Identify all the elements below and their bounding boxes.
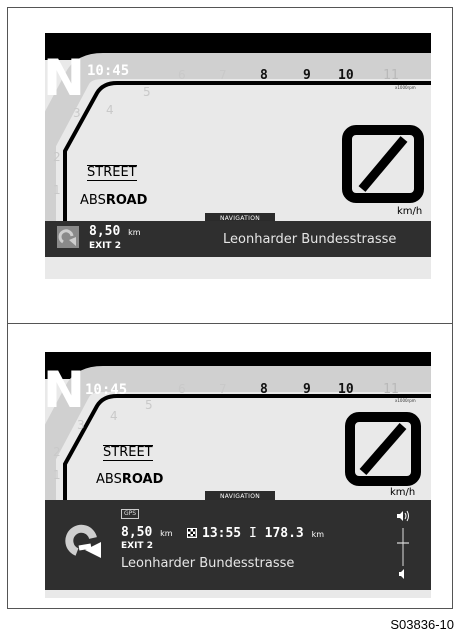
- volume-low-icon: [399, 569, 404, 579]
- rpm-tick-6: 6: [178, 68, 186, 82]
- abs-mode-value: ROAD: [105, 193, 148, 208]
- turn-distance-unit: km: [128, 228, 141, 237]
- rpm-tick-9: 9: [303, 68, 311, 83]
- clock: 10:45: [85, 382, 128, 398]
- gear-indicator: N: [45, 49, 85, 107]
- figure-caption: S03836-10: [390, 617, 454, 632]
- speed-display: [342, 125, 424, 203]
- abs-mode: ABSROAD: [96, 472, 163, 487]
- dashboard-screen-2: N 10:45 1 2 3 4 5 6 7 8 9 10 11 x1000rpm…: [45, 352, 431, 598]
- turn-distance: 8,50 km: [121, 525, 173, 540]
- rpm-tick-1: 1: [53, 183, 61, 197]
- speed-unit: km/h: [390, 487, 416, 498]
- rpm-tick-1: 1: [53, 468, 61, 482]
- speed-slash-icon: [359, 423, 407, 475]
- turn-distance: 8,50 km: [89, 224, 141, 239]
- arrival-time: 13:55: [202, 526, 242, 541]
- speed-unit: km/h: [397, 206, 423, 217]
- dashboard-screen-1: N 10:45 1 2 3 4 5 6 7 8 9 10 11 x1000rpm…: [45, 33, 431, 279]
- rpm-tick-10: 10: [338, 382, 354, 397]
- arrival-separator: I: [248, 526, 257, 541]
- abs-prefix: ABS: [80, 193, 106, 208]
- turn-distance-value: 8,50: [121, 525, 153, 540]
- rpm-tick-6: 6: [178, 382, 186, 396]
- rpm-tick-3: 3: [73, 106, 81, 120]
- street-name: Leonharder Bundesstrasse: [121, 556, 295, 571]
- abs-mode: ABSROAD: [80, 193, 147, 208]
- abs-mode-value: ROAD: [121, 472, 164, 487]
- rpm-tick-4: 4: [110, 409, 118, 423]
- rpm-tick-11: 11: [383, 68, 399, 83]
- checkered-flag-icon: [187, 528, 197, 538]
- gear-indicator: N: [45, 361, 85, 419]
- navigation-bar[interactable]: 8,50 km EXIT 2 Leonharder Bundesstrasse: [45, 221, 431, 257]
- gps-indicator: GPS: [121, 509, 140, 519]
- rpm-tick-11: 11: [383, 382, 399, 397]
- clock: 10:45: [87, 63, 130, 79]
- ride-mode: STREET: [87, 165, 137, 181]
- remaining-distance: 178.3: [264, 526, 304, 541]
- exit-label: EXIT 2: [121, 541, 153, 551]
- rpm-tick-8: 8: [260, 68, 268, 83]
- turn-distance-value: 8,50: [89, 224, 121, 239]
- street-name: Leonharder Bundesstrasse: [223, 232, 397, 247]
- arrival-info: 13:55 I 178.3 km: [187, 526, 324, 541]
- rpm-tick-5: 5: [143, 85, 151, 99]
- abs-prefix: ABS: [96, 472, 122, 487]
- ride-mode: STREET: [103, 445, 153, 461]
- rpm-tick-9: 9: [303, 382, 311, 397]
- figure-divider: [7, 323, 453, 324]
- rpm-tick-2: 2: [53, 150, 61, 164]
- rpm-tick-4: 4: [106, 103, 114, 117]
- rpm-unit: x1000rpm: [395, 398, 416, 403]
- remaining-distance-unit: km: [311, 530, 325, 539]
- turn-distance-unit: km: [160, 529, 173, 538]
- turn-arrow-icon: [65, 520, 105, 560]
- rpm-tick-5: 5: [145, 398, 153, 412]
- rpm-tick-3: 3: [77, 418, 85, 432]
- speed-display: [345, 412, 421, 486]
- speed-slash-icon: [358, 136, 408, 192]
- rpm-tick-7: 7: [219, 68, 227, 82]
- volume-slider[interactable]: [395, 508, 411, 582]
- navigation-panel[interactable]: GPS 8,50 km EXIT 2 13:55 I 178.3 km Leon…: [45, 500, 431, 590]
- turn-arrow-icon: [57, 226, 79, 248]
- rpm-unit: x1000rpm: [395, 85, 416, 90]
- rpm-tick-2: 2: [53, 445, 61, 459]
- rpm-tick-7: 7: [219, 382, 227, 396]
- exit-label: EXIT 2: [89, 241, 121, 251]
- rpm-tick-10: 10: [338, 68, 354, 83]
- rpm-tick-8: 8: [260, 382, 268, 397]
- volume-high-icon: [397, 510, 409, 522]
